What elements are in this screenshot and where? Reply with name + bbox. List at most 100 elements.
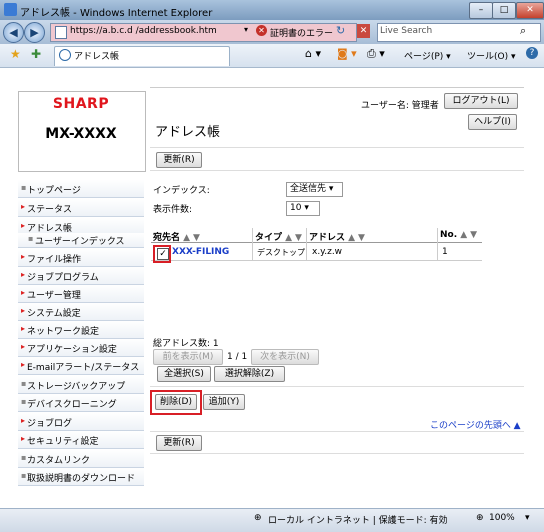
sort-arrows-icon[interactable]: ▲ ▼ — [183, 233, 200, 243]
search-input[interactable]: Live Search — [380, 26, 432, 36]
search-icon[interactable]: ⌕ — [520, 24, 526, 38]
close-window-button[interactable]: ✕ — [516, 2, 544, 19]
column-header-label[interactable]: タイプ — [255, 233, 282, 243]
menu-marker-icon: ▪ — [21, 453, 27, 462]
sidebar-item-user-control[interactable]: ▸ ユーザー管理 — [18, 285, 144, 303]
tab-label[interactable]: アドレス帳 — [74, 49, 119, 62]
index-select[interactable]: 全送信先 ▾ — [286, 182, 343, 197]
stop-icon[interactable]: ✕ — [357, 24, 370, 38]
address-dropdown-icon[interactable]: ▾ — [244, 25, 248, 34]
sidebar-item-job-programs[interactable]: ▸ ジョブプログラム — [18, 267, 144, 285]
sidebar-item-job-log[interactable]: ▸ ジョブログ — [18, 413, 144, 431]
zoom-dropdown-icon[interactable]: ▾ — [525, 513, 530, 523]
maximize-button[interactable]: □ — [492, 2, 516, 19]
menu-marker-icon: ▸ — [21, 202, 26, 211]
sidebar-item-label[interactable]: E-mailアラート/ステータス — [27, 360, 139, 373]
minimize-button[interactable]: – — [469, 2, 493, 19]
sidebar-item-label[interactable]: デバイスクローニング — [27, 397, 117, 410]
forward-button[interactable]: ▶ — [24, 22, 45, 43]
menu-marker-icon: ▸ — [21, 342, 26, 351]
sidebar-item-custom-links[interactable]: ▪ カスタムリンク — [18, 450, 144, 468]
sidebar-item-user-index[interactable]: ▪ ユーザーインデックス — [18, 233, 144, 248]
cert-error-icon[interactable]: ✕ — [256, 25, 267, 36]
column-header-address[interactable]: アドレス ▲ ▼ — [309, 230, 365, 243]
sidebar-item-label[interactable]: ファイル操作 — [27, 252, 81, 265]
refresh-icon[interactable]: ↻ — [336, 24, 345, 37]
sidebar-item-manual-download[interactable]: ▪ 取扱説明書のダウンロード — [18, 468, 144, 486]
index-label: インデックス: — [153, 186, 210, 196]
entry-type: デスクトップ — [257, 248, 305, 257]
count-select[interactable]: 10 ▾ — [286, 201, 320, 216]
zoom-icon[interactable]: ⊕ — [476, 513, 484, 523]
sort-arrows-icon[interactable]: ▲ ▼ — [348, 233, 365, 243]
print-icon[interactable]: ⎙ ▾ — [367, 47, 385, 61]
delete-button[interactable]: 削除(D) — [155, 394, 197, 410]
sidebar-item-label[interactable]: ユーザー管理 — [27, 288, 81, 301]
sidebar-item-label[interactable]: ジョブプログラム — [27, 270, 99, 283]
sidebar-item-label[interactable]: ユーザーインデックス — [35, 234, 125, 247]
column-header-name[interactable]: 宛先名 ▲ ▼ — [153, 230, 200, 243]
home-icon[interactable]: ⌂ ▾ — [305, 47, 321, 60]
menu-marker-icon: ▸ — [21, 434, 26, 443]
menu-marker-icon: ▪ — [21, 183, 27, 192]
sidebar-item-label[interactable]: ステータス — [27, 202, 72, 215]
sidebar-item-label[interactable]: ネットワーク設定 — [27, 324, 99, 337]
section-divider — [150, 453, 524, 454]
page-menu[interactable]: ページ(P) ▾ — [404, 49, 451, 62]
sidebar-item-application-settings[interactable]: ▸ アプリケーション設定 — [18, 339, 144, 357]
menu-marker-icon: ▪ — [28, 234, 34, 243]
sidebar-item-file-ops[interactable]: ▸ ファイル操作 — [18, 249, 144, 267]
sidebar-item-security-settings[interactable]: ▸ セキュリティ設定 — [18, 431, 144, 449]
row-checkbox[interactable]: ✓ — [157, 248, 169, 260]
sidebar-item-status[interactable]: ▸ ステータス — [18, 199, 144, 217]
brand-logo: SHARP — [52, 96, 110, 112]
page-top-link[interactable]: このページの先頭へ ▲ — [430, 418, 521, 431]
sidebar-item-label[interactable]: 取扱説明書のダウンロード — [27, 471, 135, 484]
column-header-label[interactable]: 宛先名 — [153, 233, 180, 243]
prev-page-button[interactable]: 前を表示(M) — [153, 349, 223, 365]
menu-marker-icon: ▸ — [21, 270, 26, 279]
menu-marker-icon: ▸ — [21, 252, 26, 261]
add-button[interactable]: 追加(Y) — [203, 394, 245, 410]
add-favorites-icon[interactable]: ✚ — [31, 47, 41, 61]
sidebar-item-label[interactable]: システム設定 — [27, 306, 81, 319]
section-divider — [150, 386, 524, 387]
sidebar-item-network-settings[interactable]: ▸ ネットワーク設定 — [18, 321, 144, 339]
sidebar-item-label[interactable]: アプリケーション設定 — [27, 342, 117, 355]
feed-icon[interactable]: ◙ ▾ — [337, 47, 357, 60]
deselect-all-button[interactable]: 選択解除(Z) — [214, 366, 285, 382]
update-button[interactable]: 更新(R) — [156, 152, 202, 168]
update-button-bottom[interactable]: 更新(R) — [156, 435, 202, 451]
count-label: 表示件数: — [153, 205, 193, 215]
sort-arrows-icon[interactable]: ▲ ▼ — [285, 233, 302, 243]
header-divider — [150, 87, 524, 89]
help-button[interactable]: ヘルプ(I) — [468, 114, 517, 130]
sidebar-item-email-alert[interactable]: ▸ E-mailアラート/ステータス — [18, 357, 144, 375]
zoom-level[interactable]: 100% — [489, 513, 515, 523]
back-button[interactable]: ◀ — [3, 22, 24, 43]
sort-arrows-icon[interactable]: ▲ ▼ — [460, 230, 477, 240]
cert-error-label[interactable]: 証明書のエラー — [270, 26, 333, 39]
sidebar-item-label[interactable]: セキュリティ設定 — [27, 434, 98, 447]
sidebar-item-device-cloning[interactable]: ▪ デバイスクローニング — [18, 394, 144, 412]
next-page-button[interactable]: 次を表示(N) — [251, 349, 319, 365]
help-icon[interactable]: ? — [526, 47, 538, 59]
tools-menu[interactable]: ツール(O) ▾ — [467, 49, 516, 62]
sidebar-item-top-page[interactable]: ▪ トップページ — [18, 180, 144, 198]
address-input[interactable]: https://a.b.c.d /addressbook.htm — [70, 26, 217, 36]
menu-marker-icon: ▸ — [21, 306, 26, 315]
sidebar-item-system-settings[interactable]: ▸ システム設定 — [18, 303, 144, 321]
select-all-button[interactable]: 全選択(S) — [157, 366, 211, 382]
logout-button[interactable]: ログアウト(L) — [444, 93, 518, 109]
sidebar-item-label[interactable]: カスタムリンク — [27, 453, 90, 466]
favorites-star-icon[interactable]: ★ — [10, 47, 21, 61]
column-header-label[interactable]: No. — [440, 230, 457, 240]
column-header-no[interactable]: No. ▲ ▼ — [440, 230, 477, 240]
sidebar-item-storage-backup[interactable]: ▪ ストレージバックアップ — [18, 376, 144, 394]
entry-name-link[interactable]: XXX-FILING — [172, 247, 229, 257]
column-header-label[interactable]: アドレス — [309, 233, 345, 243]
column-header-type[interactable]: タイプ ▲ ▼ — [255, 230, 302, 243]
sidebar-item-label[interactable]: ジョブログ — [27, 416, 72, 429]
sidebar-item-label[interactable]: ストレージバックアップ — [27, 379, 125, 392]
sidebar-item-label[interactable]: トップページ — [27, 183, 81, 196]
